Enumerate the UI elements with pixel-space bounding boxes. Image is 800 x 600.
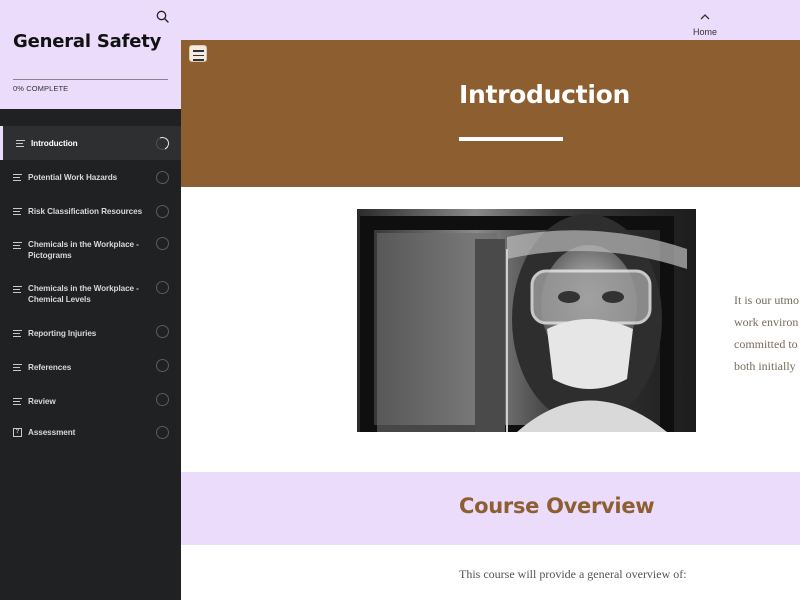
sidebar-item-label: Review <box>28 397 56 406</box>
home-label: Home <box>692 27 717 37</box>
status-circle-icon <box>156 237 169 250</box>
lines-icon <box>13 174 22 182</box>
status-circle-icon <box>156 359 169 372</box>
lines-icon <box>13 398 22 406</box>
sidebar-item-label: References <box>28 363 72 372</box>
progress-bar <box>13 79 168 80</box>
lines-icon <box>13 242 22 250</box>
intro-line: It is our utmo <box>734 293 799 307</box>
status-circle-icon <box>156 426 169 439</box>
sidebar-item-label: Potential Work Hazards <box>28 173 118 182</box>
progress-label: 0% COMPLETE <box>13 84 69 93</box>
sidebar-item-label: Chemicals in the Workplace - Pictograms <box>28 240 139 260</box>
sidebar-item-label: Chemicals in the Workplace - Chemical Le… <box>28 284 139 304</box>
sidebar-item-chemicals-chemical-levels[interactable]: Chemicals in the Workplace - Chemical Le… <box>0 272 181 316</box>
sidebar-item-potential-work-hazards[interactable]: Potential Work Hazards <box>0 160 181 194</box>
course-app: General Safety 0% COMPLETE Introduction … <box>0 0 800 600</box>
lines-icon <box>13 330 22 338</box>
sidebar-item-chemicals-pictograms[interactable]: Chemicals in the Workplace - Pictograms <box>0 228 181 272</box>
safety-worker-photo <box>357 209 696 432</box>
lesson-title: Introduction <box>459 80 630 109</box>
in-progress-icon <box>154 135 171 152</box>
menu-toggle-button[interactable] <box>189 45 207 62</box>
sidebar-item-assessment[interactable]: ? Assessment <box>0 418 181 452</box>
sidebar-item-reporting-injuries[interactable]: Reporting Injuries <box>0 316 181 350</box>
intro-line: both initially <box>734 359 796 373</box>
status-circle-icon <box>156 325 169 338</box>
lines-icon <box>16 140 25 148</box>
sidebar-item-review[interactable]: Review <box>0 384 181 418</box>
lesson-hero: Introduction <box>181 40 800 187</box>
sidebar-item-label: Introduction <box>31 139 78 148</box>
top-bar: Home <box>181 0 800 40</box>
lesson-content: Home Introduction It is our utmo work en… <box>181 0 800 600</box>
course-sidebar: General Safety 0% COMPLETE Introduction … <box>0 0 181 600</box>
lines-icon <box>13 286 22 294</box>
intro-line: work environ <box>734 315 799 329</box>
home-button[interactable]: Home <box>687 7 723 37</box>
lesson-image <box>357 209 696 432</box>
status-circle-icon <box>156 205 169 218</box>
sidebar-item-label: Reporting Injuries <box>28 329 97 338</box>
course-title: General Safety <box>13 31 162 52</box>
status-circle-icon <box>156 171 169 184</box>
overview-paragraph: This course will provide a general overv… <box>459 567 687 581</box>
sidebar-item-risk-classification-resources[interactable]: Risk Classification Resources <box>0 194 181 228</box>
section-heading: Course Overview <box>459 494 655 518</box>
title-divider <box>459 137 563 141</box>
sidebar-item-introduction[interactable]: Introduction <box>0 126 181 160</box>
quiz-icon: ? <box>13 428 22 437</box>
lines-icon <box>13 208 22 216</box>
sidebar-item-label: Risk Classification Resources <box>28 207 143 216</box>
search-icon[interactable] <box>155 9 171 25</box>
intro-line: committed to <box>734 337 798 351</box>
status-circle-icon <box>156 281 169 294</box>
status-circle-icon <box>156 393 169 406</box>
hamburger-icon <box>192 50 204 52</box>
sidebar-header: General Safety 0% COMPLETE <box>0 0 181 109</box>
course-overview-section: Course Overview <box>181 472 800 545</box>
sidebar-item-references[interactable]: References <box>0 350 181 384</box>
intro-paragraph: It is our utmo work environ committed to… <box>734 289 800 377</box>
sidebar-item-label: Assessment <box>28 428 76 437</box>
chevron-up-icon <box>700 14 710 20</box>
lines-icon <box>13 364 22 372</box>
